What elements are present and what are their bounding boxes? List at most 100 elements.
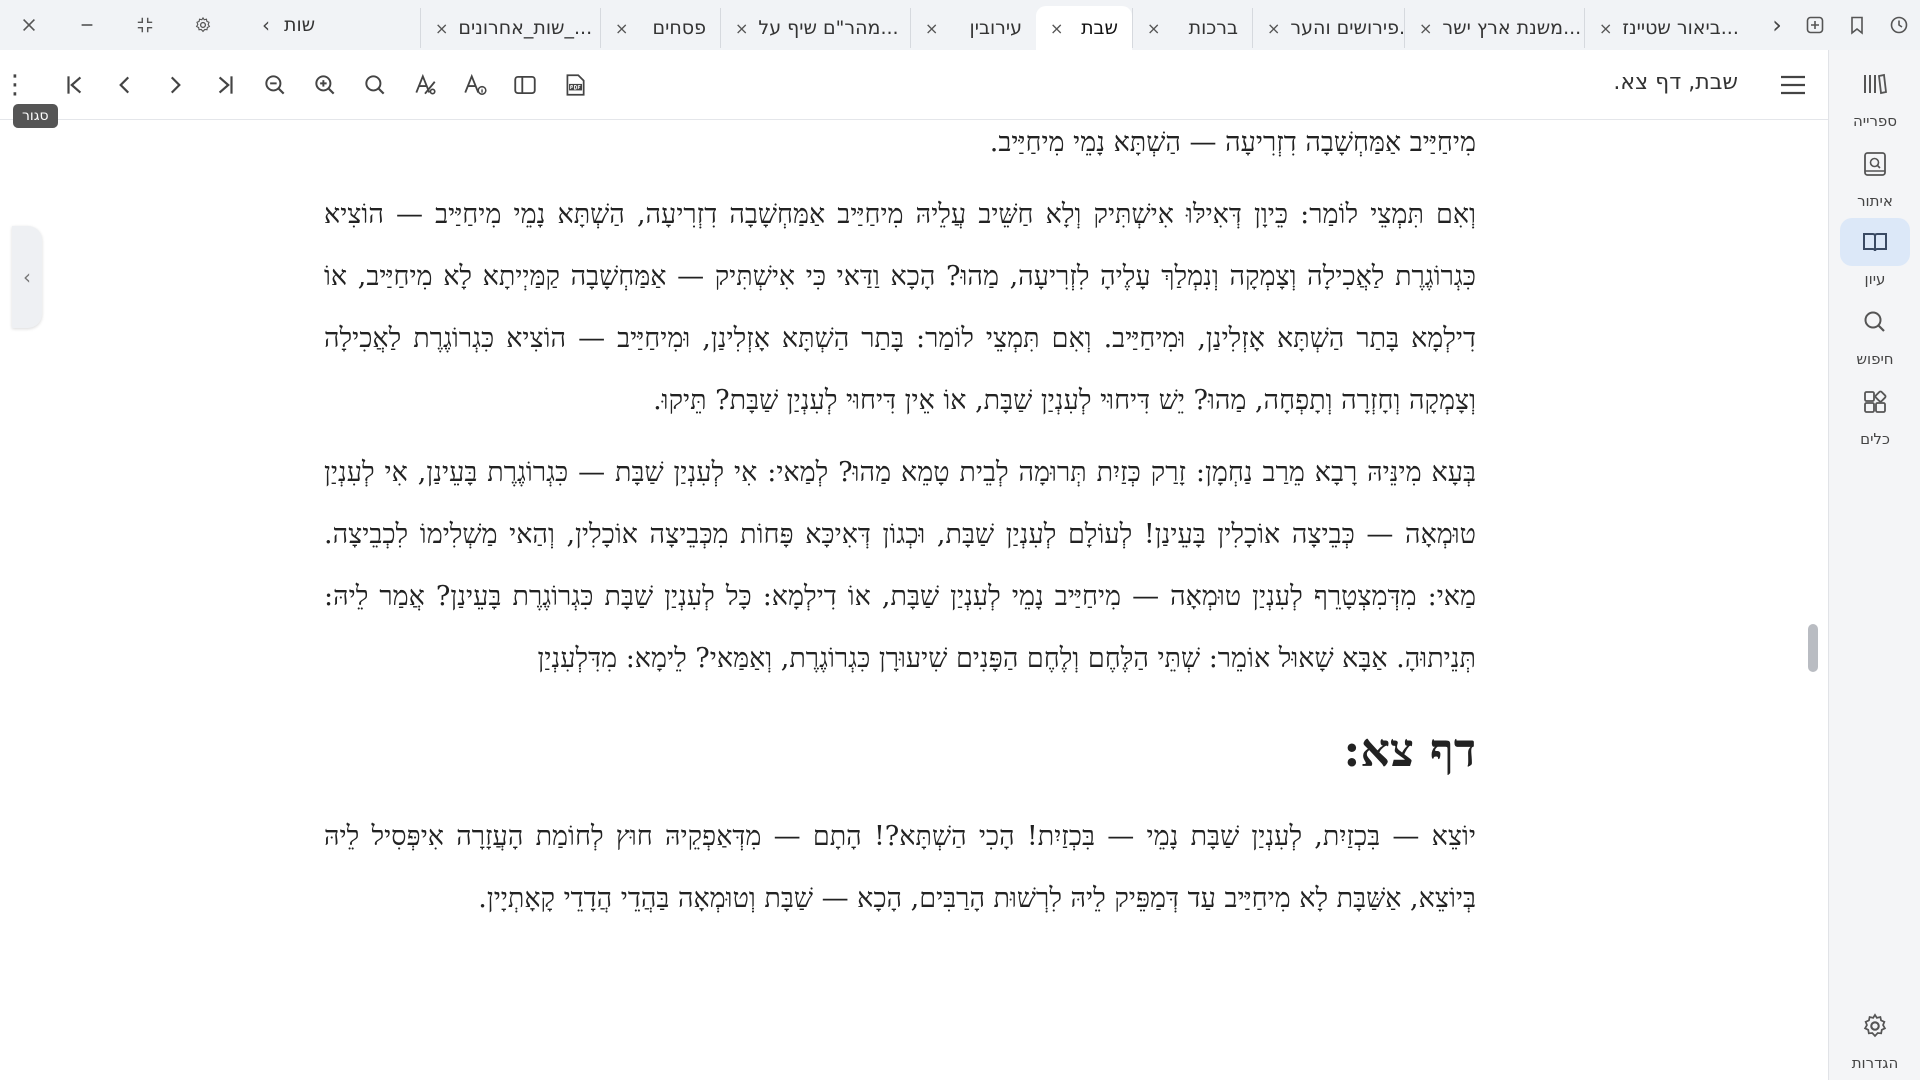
sidebar-item-tools[interactable]: כלים — [1829, 378, 1920, 448]
bookmarks-button[interactable] — [1836, 0, 1878, 50]
go-to-end-button[interactable] — [58, 68, 92, 102]
scroll-tabs-right-button[interactable]: › — [1760, 0, 1794, 50]
tools-grid-icon — [1864, 390, 1887, 413]
app-settings-button[interactable] — [174, 0, 232, 50]
text-paragraph: מִיחַיַּיב אַמַּחְשָׁבָה דִזְרִיעָה — הַ… — [989, 127, 1476, 158]
sidebar-item-bg — [1840, 1002, 1910, 1050]
go-to-start-button[interactable] — [208, 68, 242, 102]
text-paragraph: בְּעָא מִינֵּיהּ רָבָא מֵרַב נַחְמָן: זָ… — [324, 457, 1476, 674]
tab-bar: ‹ שות × ביאור שטיינז... × משנת ארץ ישר..… — [0, 0, 1920, 50]
tab-pesachim[interactable]: × פסחים — [600, 8, 720, 48]
sidebar-item-settings[interactable]: הגדרות — [1829, 1002, 1920, 1072]
zoom-in-icon — [315, 75, 335, 95]
tab-perushim[interactable]: × פירושים והער... — [1252, 8, 1404, 48]
expand-commentary-panel-button[interactable]: ‹ — [12, 226, 42, 328]
sidebar-item-label: הגדרות — [1851, 1054, 1899, 1072]
tab-close-icon[interactable]: × — [735, 19, 748, 38]
library-icon — [1864, 73, 1887, 95]
minimize-window-button[interactable] — [58, 0, 116, 50]
export-pdf-button[interactable] — [558, 68, 592, 102]
toggle-side-panel-button[interactable] — [508, 68, 542, 102]
tab-label: שבת — [1081, 17, 1118, 39]
tab-close-icon[interactable]: × — [1050, 19, 1063, 38]
tab-label: שות_אחרונים_... — [458, 17, 593, 39]
gear-icon — [195, 16, 211, 33]
font-settings-button[interactable] — [458, 68, 492, 102]
tab-brachot[interactable]: × ברכות — [1132, 8, 1252, 48]
open-book-icon — [1863, 233, 1887, 252]
sidebar-item-label: כלים — [1860, 430, 1890, 448]
zoom-out-button[interactable] — [258, 68, 292, 102]
search-icon — [365, 75, 385, 95]
book-search-icon — [1864, 152, 1886, 176]
tab-label: פסחים — [652, 17, 706, 39]
sidebar-item-label: חיפוש — [1856, 350, 1894, 368]
tab-close-icon[interactable]: × — [615, 19, 628, 38]
previous-page-button[interactable] — [108, 68, 142, 102]
tab-eruvin[interactable]: × עירובין — [910, 8, 1036, 48]
restore-window-button[interactable] — [116, 0, 174, 50]
skip-to-start-icon — [67, 76, 82, 94]
tab-beur-steinsaltz[interactable]: × ביאור שטיינז... — [1584, 8, 1744, 48]
compress-icon — [137, 17, 153, 33]
kebab-icon: ⋮ — [2, 70, 28, 100]
find-in-page-button[interactable] — [358, 68, 392, 102]
bookmark-icon — [1851, 16, 1863, 35]
text-paragraph: וְאִם תִּמְצֵי לוֹמַר: כֵּיוָן דְּאִילּו… — [324, 199, 1476, 416]
chevron-left-icon — [119, 76, 130, 94]
tab-maharam-shif[interactable]: × מהר"ם שיף על... — [720, 8, 910, 48]
hamburger-icon — [1781, 75, 1805, 95]
scrollbar-thumb[interactable] — [1808, 624, 1818, 672]
text-paragraph: יוֹצֵא — בִּכְזַיִת, לְעִנְיַן שַׁבָּת נ… — [324, 821, 1476, 914]
tab-close-icon[interactable]: × — [435, 19, 448, 38]
tab-shut-acharonim[interactable]: × שות_אחרונים_... — [420, 8, 600, 48]
history-icon — [1890, 16, 1908, 34]
sidebar-item-search[interactable]: חיפוש — [1829, 298, 1920, 368]
tab-shabbat[interactable]: × שבת — [1036, 6, 1132, 50]
daf-heading: דף צא: — [1343, 723, 1476, 777]
tab-label: פירושים והער... — [1290, 17, 1404, 39]
font-info-icon — [464, 73, 487, 95]
tab-label: ברכות — [1188, 17, 1238, 39]
split-view-icon — [514, 75, 536, 95]
tab-close-icon[interactable]: × — [1599, 19, 1612, 38]
tab-label: עירובין — [969, 17, 1022, 39]
toc-menu-button[interactable] — [1776, 68, 1810, 102]
next-page-button[interactable] — [158, 68, 192, 102]
sidebar-item-label: עיון — [1864, 270, 1886, 288]
close-window-button[interactable] — [0, 0, 58, 50]
search-icon — [1864, 311, 1885, 332]
new-tab-button[interactable] — [1794, 0, 1836, 50]
sidebar-item-library[interactable]: ספרייה — [1829, 60, 1920, 130]
chevron-right-icon — [170, 76, 181, 94]
tab-close-icon[interactable]: × — [925, 19, 938, 38]
sidebar-item-bg — [1840, 298, 1910, 346]
tab-close-icon[interactable]: × — [1147, 19, 1160, 38]
document-title: שבת, דף צא. — [1613, 70, 1738, 95]
reading-pane: ‹ מִיחַיַּיב אַמַּחְשָׁבָה דִזְרִיעָה — … — [0, 120, 1828, 1080]
sidebar-item-bg — [1840, 60, 1910, 108]
tab-close-icon[interactable]: × — [1267, 19, 1280, 38]
tabbar-actions: › — [1760, 0, 1920, 50]
sidebar-item-bg — [1840, 140, 1910, 188]
tab-label: משנת ארץ ישר... — [1442, 17, 1582, 39]
toggle-nikud-button[interactable] — [408, 68, 442, 102]
text-content: מִיחַיַּיב אַמַּחְשָׁבָה דִזְרִיעָה — הַ… — [324, 120, 1476, 940]
chevron-left-icon[interactable]: ‹ — [262, 13, 270, 37]
tab-close-icon[interactable]: × — [1419, 19, 1432, 38]
history-button[interactable] — [1878, 0, 1920, 50]
sidebar-item-label: ספרייה — [1852, 112, 1898, 130]
navigation-sidebar: ספרייה איתור עיון חיפוש כלים הגדרות — [1828, 50, 1920, 1080]
sidebar-item-locate[interactable]: איתור — [1829, 140, 1920, 210]
zoom-out-icon — [265, 75, 285, 95]
sidebar-item-bg — [1840, 218, 1910, 266]
sidebar-item-view[interactable]: עיון — [1829, 218, 1920, 288]
zoom-in-button[interactable] — [308, 68, 342, 102]
tab-strip: × ביאור שטיינז... × משנת ארץ ישר... × פי… — [292, 0, 1744, 50]
tab-mishnat-eretz-yisrael[interactable]: × משנת ארץ ישר... — [1404, 8, 1584, 48]
more-options-button[interactable]: ⋮ — [0, 68, 30, 102]
gear-icon — [1863, 1013, 1887, 1038]
reader-toolbar: ⋮ סגור שבת, דף צא. — [0, 50, 1828, 128]
nikud-toggle-icon — [415, 73, 436, 95]
minimize-icon — [81, 24, 93, 26]
